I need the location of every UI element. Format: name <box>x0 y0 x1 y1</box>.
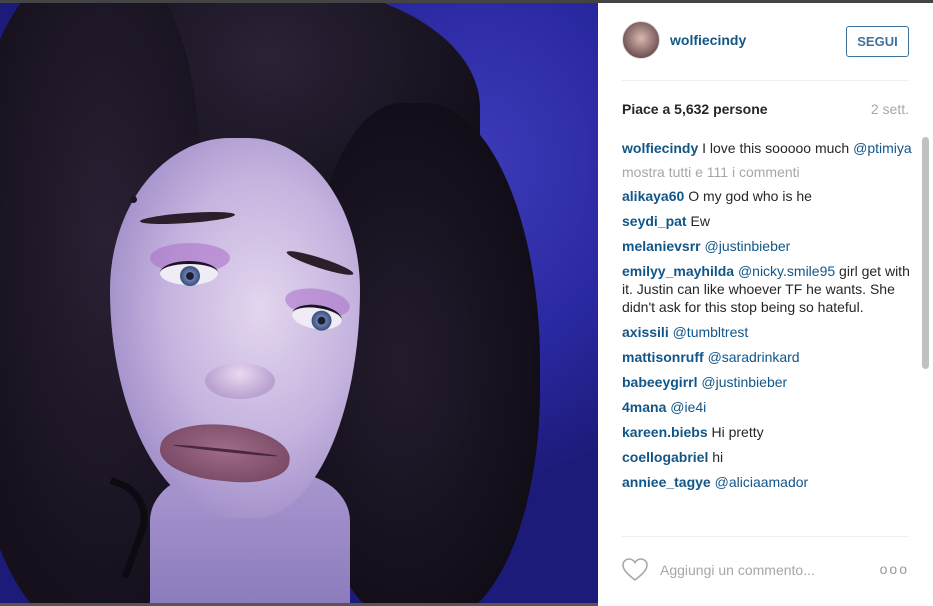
photo-eye-left <box>160 261 218 286</box>
comment-username[interactable]: axissili <box>622 324 669 340</box>
follow-button[interactable]: SEGUI <box>846 26 909 57</box>
more-options-icon[interactable]: ooo <box>880 561 909 577</box>
comment-row: anniee_tagye @aliciaamador <box>622 473 912 491</box>
comment-username[interactable]: melanievsrr <box>622 238 701 254</box>
comment-text: O my god who is he <box>688 188 812 204</box>
comment-row: melanievsrr @justinbieber <box>622 237 912 255</box>
comment-list[interactable]: wolfiecindy I love this sooooo much @pti… <box>622 139 912 534</box>
comment-username[interactable]: coellogabriel <box>622 449 708 465</box>
caption-username[interactable]: wolfiecindy <box>622 140 698 156</box>
comment-username[interactable]: 4mana <box>622 399 666 415</box>
comment-row: alikaya60 O my god who is he <box>622 187 912 205</box>
photo-mole <box>130 196 137 203</box>
post-photo[interactable] <box>0 3 598 603</box>
comment-mention[interactable]: @nicky.smile95 <box>738 263 835 279</box>
comment-username[interactable]: anniee_tagye <box>622 474 711 490</box>
comment-row: 4mana @ie4i <box>622 398 912 416</box>
heart-icon[interactable] <box>622 558 648 582</box>
show-all-comments-link[interactable]: mostra tutti e 111 i commenti <box>622 164 912 180</box>
scrollbar-thumb[interactable] <box>922 137 929 369</box>
post-footer: ooo <box>622 536 909 606</box>
comment-username[interactable]: emilyy_mayhilda <box>622 263 734 279</box>
caption-mention[interactable]: @ptimiya <box>853 140 912 156</box>
post-side-panel: wolfiecindy SEGUI Piace a 5,632 persone … <box>598 3 933 606</box>
comment-mention[interactable]: @tumbltrest <box>673 324 749 340</box>
comment-mention[interactable]: @justinbieber <box>705 238 791 254</box>
comment-row: emilyy_mayhilda @nicky.smile95 girl get … <box>622 262 912 316</box>
comment-mention[interactable]: @ie4i <box>670 399 706 415</box>
comment-input[interactable] <box>660 559 860 581</box>
comment-username[interactable]: alikaya60 <box>622 188 684 204</box>
photo-nose <box>205 363 275 399</box>
comment-text: hi <box>712 449 724 465</box>
post-header: wolfiecindy SEGUI <box>622 3 909 81</box>
comment-username[interactable]: kareen.biebs <box>622 424 708 440</box>
avatar[interactable] <box>622 21 660 59</box>
comment-row: kareen.biebs Hi pretty <box>622 423 912 441</box>
comment-mention[interactable]: @saradrinkard <box>708 349 800 365</box>
comment-username[interactable]: babeeygirrl <box>622 374 697 390</box>
comment-row: coellogabriel hi <box>622 448 912 466</box>
caption: wolfiecindy I love this sooooo much @pti… <box>622 139 912 157</box>
post-timestamp[interactable]: 2 sett. <box>871 101 909 117</box>
comment-row: seydi_pat Ew <box>622 212 912 230</box>
likes-row: Piace a 5,632 persone 2 sett. <box>622 101 909 121</box>
comment-username[interactable]: mattisonruff <box>622 349 704 365</box>
comment-text: Hi pretty <box>711 424 764 440</box>
comment-mention[interactable]: @aliciaamador <box>715 474 809 490</box>
comment-scrollbar[interactable] <box>920 137 930 537</box>
comment-username[interactable]: seydi_pat <box>622 213 687 229</box>
comment-text: Ew <box>690 213 710 229</box>
post-username[interactable]: wolfiecindy <box>670 32 746 48</box>
comment-row: mattisonruff @saradrinkard <box>622 348 912 366</box>
comment-row: babeeygirrl @justinbieber <box>622 373 912 391</box>
comment-row: axissili @tumbltrest <box>622 323 912 341</box>
caption-text: I love this sooooo much <box>702 140 850 156</box>
likes-count[interactable]: Piace a 5,632 persone <box>622 101 768 117</box>
comment-mention[interactable]: @justinbieber <box>701 374 787 390</box>
